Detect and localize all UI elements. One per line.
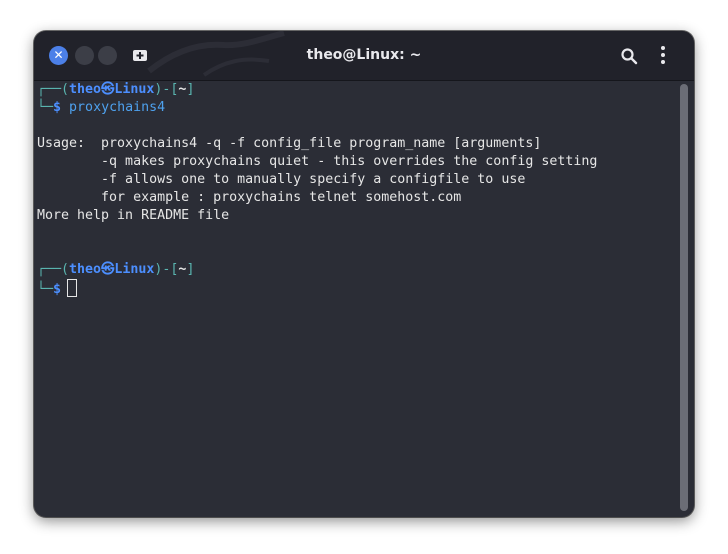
prompt-at-symbol: ㉿ bbox=[101, 82, 115, 97]
prompt-user: theo bbox=[69, 82, 102, 97]
prompt-corner: ┌──( bbox=[37, 262, 70, 277]
prompt-dollar: $ bbox=[53, 282, 62, 297]
output-line: -f allows one to manually specify a conf… bbox=[37, 172, 526, 187]
terminal-output-area[interactable]: ┌──(theo㉿Linux)-[~] └─$ proxychains4 Usa… bbox=[34, 81, 674, 517]
prompt-corner: ┌──( bbox=[37, 82, 70, 97]
output-line: for example : proxychains telnet somehos… bbox=[37, 190, 462, 205]
titlebar[interactable]: ✕ theo@Linux: ~ bbox=[34, 31, 694, 81]
prompt-bracket-close: ] bbox=[186, 262, 195, 277]
prompt-user: theo bbox=[69, 262, 102, 277]
search-icon[interactable] bbox=[620, 47, 638, 65]
command-text: proxychains4 bbox=[69, 100, 166, 115]
output-line: -q makes proxychains quiet - this overri… bbox=[37, 154, 598, 169]
prompt-bracket-open: )-[ bbox=[154, 262, 179, 277]
prompt-top-line: ┌──(theo㉿Linux)-[~] bbox=[37, 261, 194, 279]
close-icon[interactable]: ✕ bbox=[49, 46, 68, 65]
prompt-bracket-open: )-[ bbox=[154, 82, 179, 97]
prompt-corner-bottom: └─ bbox=[37, 100, 54, 115]
prompt-host: Linux bbox=[114, 82, 155, 97]
terminal-window: ✕ theo@Linux: ~ ┌──(theo㉿Linux)-[~] └─$ … bbox=[34, 31, 694, 517]
prompt-at-symbol: ㉿ bbox=[101, 262, 115, 277]
output-line: Usage: proxychains4 -q -f config_file pr… bbox=[37, 136, 542, 151]
kali-dragon-watermark bbox=[147, 31, 285, 77]
minimize-icon[interactable] bbox=[75, 46, 94, 65]
prompt-corner-bottom: └─ bbox=[37, 282, 54, 297]
prompt-command-line: └─$ proxychains4 bbox=[37, 99, 165, 117]
scrollbar[interactable] bbox=[680, 84, 688, 511]
prompt-top-line: ┌──(theo㉿Linux)-[~] bbox=[37, 81, 194, 99]
prompt-bracket-close: ] bbox=[186, 82, 195, 97]
kebab-menu-icon[interactable] bbox=[660, 46, 666, 66]
text-cursor[interactable] bbox=[67, 279, 78, 297]
prompt-dollar: $ bbox=[53, 100, 62, 115]
output-line: More help in README file bbox=[37, 208, 230, 223]
prompt-host: Linux bbox=[114, 262, 155, 277]
maximize-icon[interactable] bbox=[98, 46, 117, 65]
new-tab-icon[interactable] bbox=[132, 47, 148, 63]
active-prompt-line[interactable]: └─$ bbox=[37, 279, 78, 297]
